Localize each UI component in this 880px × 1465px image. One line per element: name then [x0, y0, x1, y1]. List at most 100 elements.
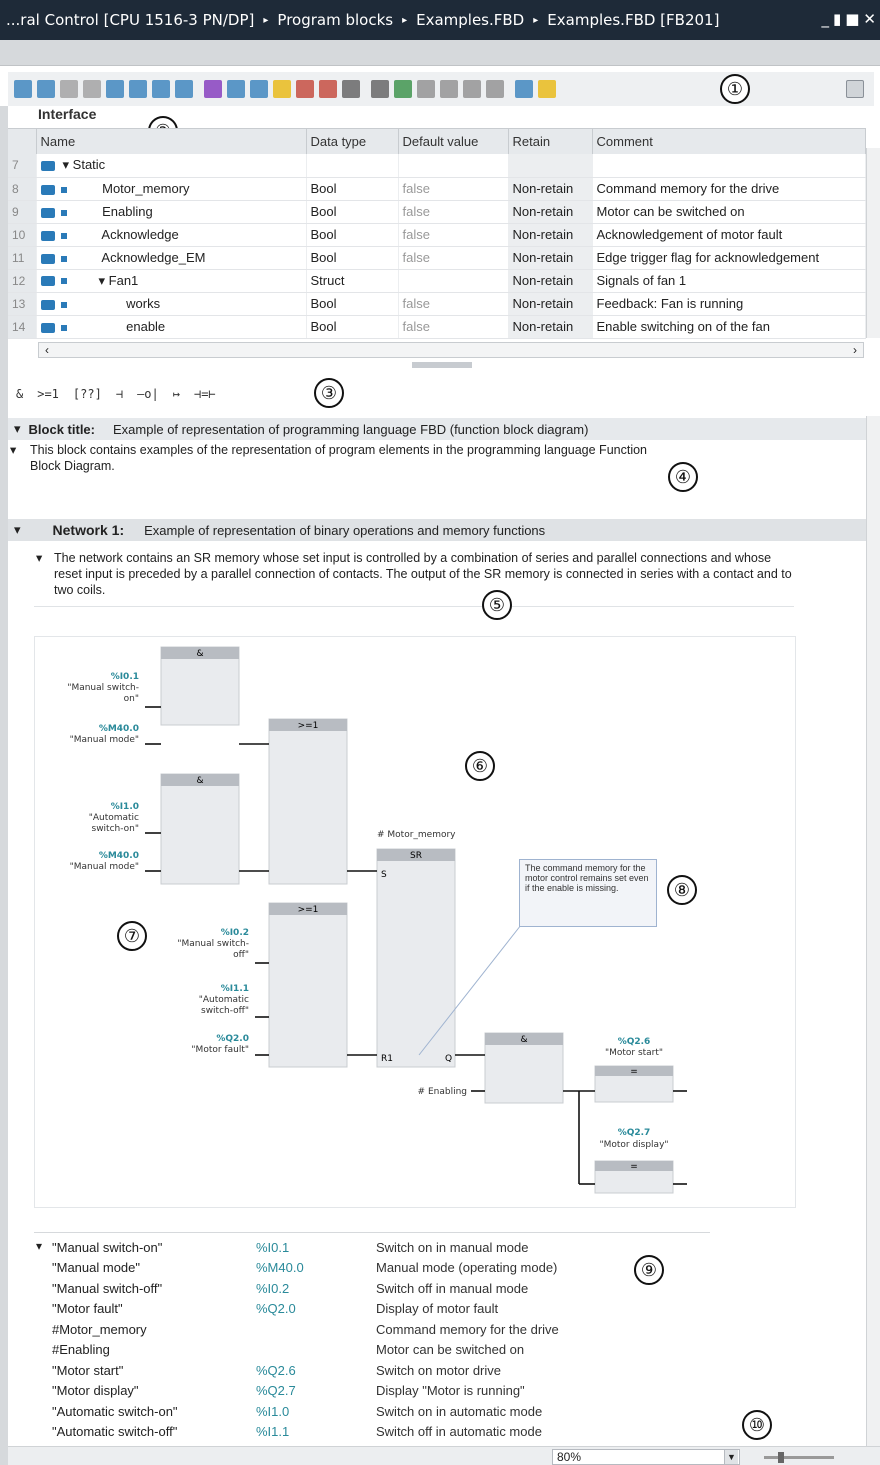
data-type-cell[interactable]: Bool — [306, 315, 399, 339]
block-title-bar[interactable]: ▾ Block title: Example of representation… — [8, 418, 866, 440]
data-type-cell[interactable]: Bool — [306, 292, 399, 316]
toolbar-tool-icon[interactable] — [538, 80, 556, 98]
toolbar-tool-icon[interactable] — [37, 80, 55, 98]
network-title[interactable]: Example of representation of binary oper… — [144, 523, 545, 538]
and2-operands[interactable]: %I1.0 "Automatic switch-on" %M40.0 "Manu… — [70, 802, 139, 872]
zoom-dropdown[interactable]: 80% — [552, 1449, 740, 1465]
comment-cell[interactable] — [592, 154, 866, 178]
name-cell[interactable]: ▾ Static — [36, 154, 307, 178]
default-value-cell[interactable]: false — [398, 223, 509, 247]
or-instruction-button[interactable]: >=1 — [37, 387, 59, 401]
toolbar-tool-icon[interactable] — [417, 80, 435, 98]
toolbar-tool-icon[interactable] — [83, 80, 101, 98]
or-box-1[interactable]: >=1 — [268, 718, 348, 885]
enabling-operand[interactable]: # Enabling — [418, 1087, 467, 1097]
toolbar-tool-icon[interactable] — [463, 80, 481, 98]
block-title-text[interactable]: Example of representation of programming… — [113, 422, 588, 437]
column-header-default-value[interactable]: Default value — [398, 129, 509, 154]
interface-row[interactable]: 8 Motor_memory Bool false Non-retain Command… — [8, 177, 866, 201]
retain-cell[interactable]: Non-retain — [508, 223, 593, 247]
toolbar-tool-icon[interactable] — [440, 80, 458, 98]
default-value-cell[interactable]: false — [398, 177, 509, 201]
name-cell[interactable]: works — [36, 292, 307, 316]
scroll-left-arrow[interactable]: ‹ — [45, 343, 49, 357]
default-value-cell[interactable]: false — [398, 292, 509, 316]
negate-button[interactable]: —o| — [137, 387, 159, 401]
zoom-slider[interactable] — [764, 1456, 834, 1459]
splitter-handle[interactable] — [412, 362, 472, 368]
collapse-icon[interactable]: ▾ — [36, 550, 42, 566]
comment-cell[interactable]: Command memory for the drive — [592, 177, 866, 201]
toolbar-tool-icon[interactable] — [152, 80, 170, 98]
or-box-2[interactable]: >=1 — [268, 902, 348, 1068]
toolbar-tool-icon[interactable] — [273, 80, 291, 98]
name-cell[interactable]: Enabling — [36, 200, 307, 224]
toolbar-tool-icon[interactable] — [14, 80, 32, 98]
name-cell[interactable]: ▾ Fan1 — [36, 269, 307, 293]
zoom-slider-thumb[interactable] — [778, 1452, 784, 1463]
and1-operands[interactable]: %I0.1 "Manual switch- on" %M40.0 "Manual… — [67, 672, 139, 745]
retain-cell[interactable]: Non-retain — [508, 200, 593, 224]
breadcrumb-examples[interactable]: Examples.FBD — [416, 11, 524, 29]
comment-cell[interactable]: Acknowledgement of motor fault — [592, 223, 866, 247]
comment-cell[interactable]: Enable switching on of the fan — [592, 315, 866, 339]
panel-toggle-icon[interactable] — [846, 80, 864, 98]
breadcrumb-device[interactable]: ...ral Control [CPU 1516-3 PN/DP] — [6, 11, 254, 29]
interface-row[interactable]: 7 ▾ Static — [8, 154, 866, 178]
block-comment[interactable]: ▾ This block contains examples of the re… — [8, 442, 668, 474]
toolbar-tool-icon[interactable] — [486, 80, 504, 98]
retain-cell[interactable]: Non-retain — [508, 246, 593, 270]
interface-row[interactable]: 14 enable Bool false Non-retain Enable switc… — [8, 315, 866, 339]
expander-icon[interactable]: ▾ — [63, 157, 70, 172]
interface-row[interactable]: 11 Acknowledge_EM Bool false Non-retain Edge… — [8, 246, 866, 270]
expander-icon[interactable]: ▾ — [99, 273, 106, 288]
name-cell[interactable]: Acknowledge — [36, 223, 307, 247]
assign-coil-motor-display[interactable]: = — [594, 1160, 674, 1194]
and-box-1[interactable]: & — [160, 646, 240, 726]
column-header-retain[interactable]: Retain — [508, 129, 593, 154]
tile-button[interactable]: ▮ — [833, 10, 841, 28]
collapse-icon[interactable]: ▾ — [36, 1239, 42, 1253]
network-comment-box[interactable]: The command memory for the motor control… — [519, 859, 657, 927]
network-comment[interactable]: ▾ The network contains an SR memory whos… — [34, 550, 794, 607]
breadcrumb-program-blocks[interactable]: Program blocks — [277, 11, 393, 29]
chevron-down-icon[interactable]: ▼ — [724, 1450, 738, 1464]
minimize-button[interactable]: _ — [821, 10, 829, 28]
toolbar-tool-icon[interactable] — [129, 80, 147, 98]
breadcrumb-block[interactable]: Examples.FBD [FB201] — [547, 11, 719, 29]
collapse-icon[interactable]: ▾ — [10, 442, 16, 458]
comment-cell[interactable]: Signals of fan 1 — [592, 269, 866, 293]
close-button[interactable]: ✕ — [863, 10, 876, 28]
data-type-cell[interactable]: Bool — [306, 177, 399, 201]
comment-cell[interactable]: Feedback: Fan is running — [592, 292, 866, 316]
interface-vertical-scrollbar[interactable] — [866, 148, 880, 338]
maximize-button[interactable]: ■ — [845, 10, 859, 28]
toolbar-tool-icon[interactable] — [204, 80, 222, 98]
empty-box-button[interactable]: [??] — [73, 387, 102, 401]
interface-row[interactable]: 12 ▾ Fan1 Struct Non-retain Signals of fan 1 — [8, 269, 866, 293]
interface-row[interactable]: 13 works Bool false Non-retain Feedback: Fan… — [8, 292, 866, 316]
column-header-comment[interactable]: Comment — [592, 129, 866, 154]
and-instruction-button[interactable]: & — [16, 387, 23, 401]
comment-cell[interactable]: Edge trigger flag for acknowledgement — [592, 246, 866, 270]
toolbar-tool-icon[interactable] — [515, 80, 533, 98]
retain-cell[interactable]: Non-retain — [508, 177, 593, 201]
retain-cell[interactable]: Non-retain — [508, 292, 593, 316]
toolbar-tool-icon[interactable] — [175, 80, 193, 98]
name-cell[interactable]: Acknowledge_EM — [36, 246, 307, 270]
name-cell[interactable]: Motor_memory — [36, 177, 307, 201]
default-value-cell[interactable] — [398, 269, 509, 293]
data-type-cell[interactable] — [306, 154, 399, 178]
toolbar-tool-icon[interactable] — [342, 80, 360, 98]
or2-operands[interactable]: %I0.2 "Manual switch- off" %I1.1 "Automa… — [177, 928, 249, 1055]
editor-vertical-scrollbar[interactable] — [866, 416, 880, 1446]
data-type-cell[interactable]: Bool — [306, 200, 399, 224]
collapse-icon[interactable]: ▾ — [14, 421, 21, 437]
toolbar-tool-icon[interactable] — [106, 80, 124, 98]
assign-coil-motor-start[interactable]: = — [594, 1065, 674, 1103]
collapse-icon[interactable]: ▾ — [14, 522, 21, 538]
comment-cell[interactable]: Motor can be switched on — [592, 200, 866, 224]
close-branch-button[interactable]: ⊣=⊢ — [194, 387, 216, 401]
interface-row[interactable]: 9 Enabling Bool false Non-retain Motor can b… — [8, 200, 866, 224]
toolbar-tool-icon[interactable] — [394, 80, 412, 98]
